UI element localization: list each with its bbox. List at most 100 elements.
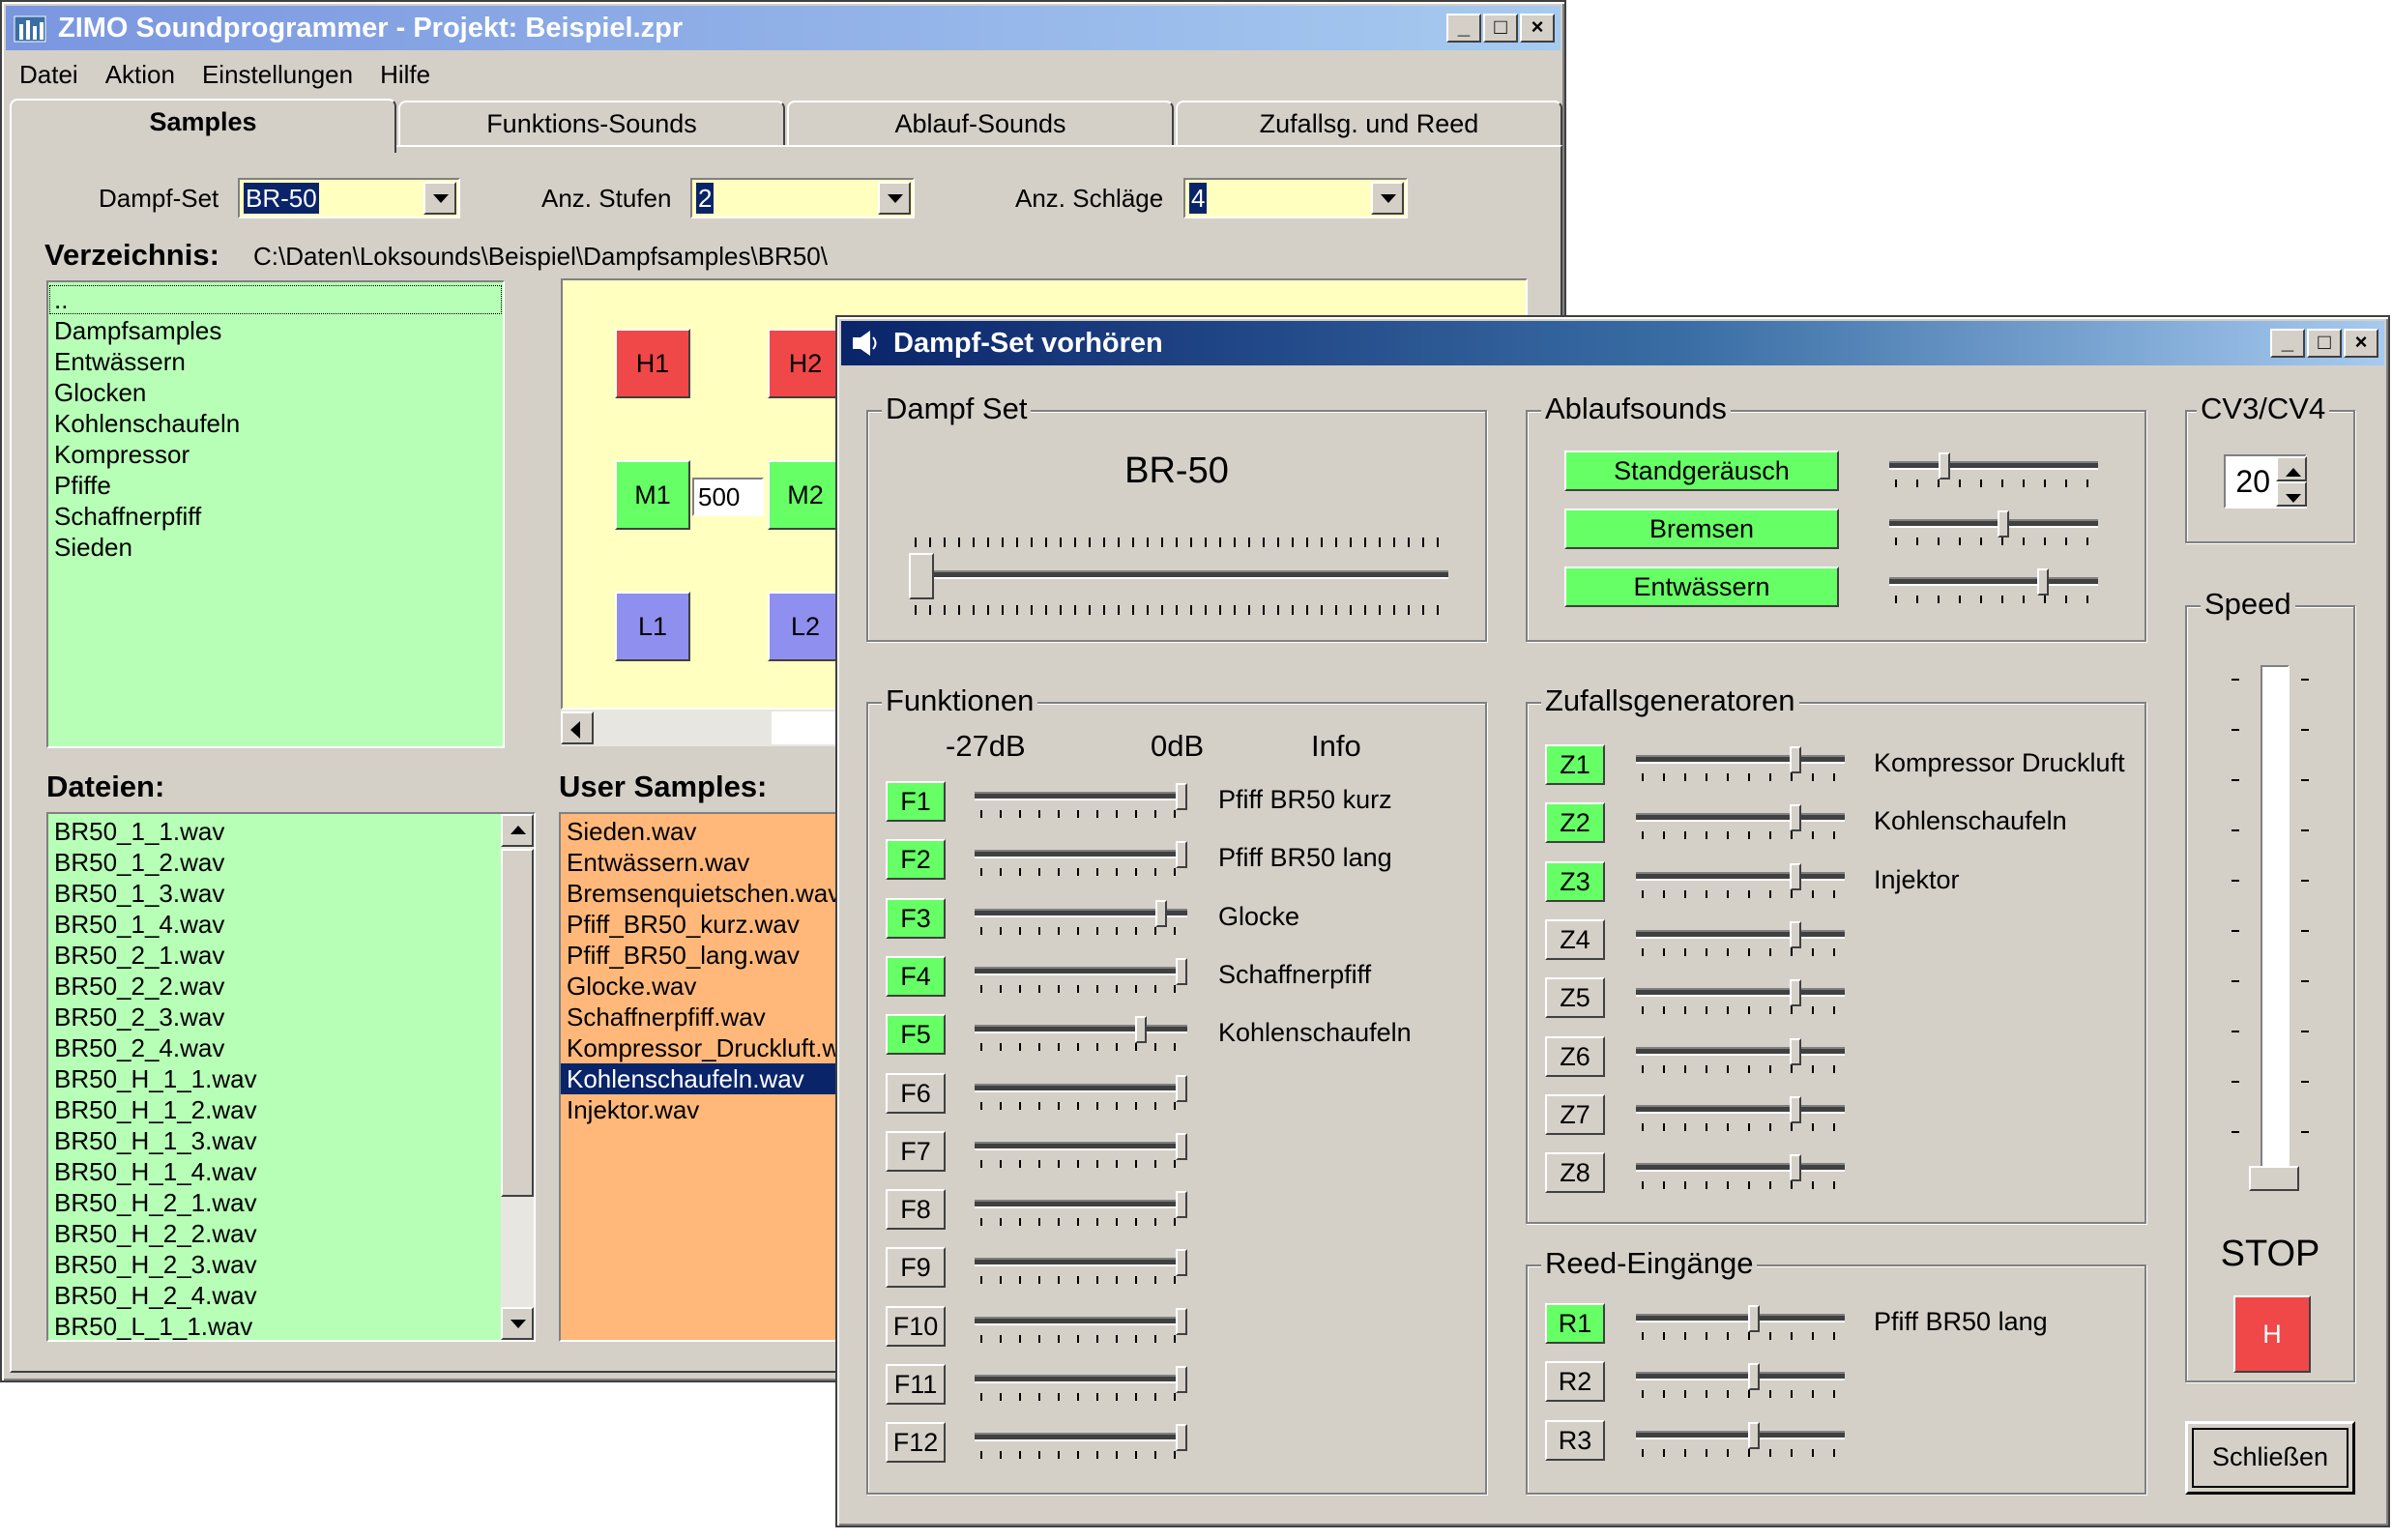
slider-thumb[interactable] [1748, 1305, 1760, 1332]
schliessen-button[interactable]: Schließen [2185, 1421, 2355, 1495]
volume-slider[interactable] [1636, 1421, 1845, 1463]
scroll-down-button[interactable] [501, 1307, 534, 1340]
folder-item[interactable]: .. [48, 284, 503, 315]
slider-thumb[interactable] [1176, 1424, 1187, 1452]
volume-slider[interactable] [1636, 979, 1845, 1020]
dampfset-combo[interactable]: BR-50 [238, 178, 460, 218]
folder-item[interactable]: Kompressor [48, 439, 503, 470]
function-button-z5[interactable]: Z5 [1545, 977, 1605, 1019]
user-sample-item[interactable]: Pfiff_BR50_lang.wav [561, 940, 847, 971]
function-button-f10[interactable]: F10 [886, 1305, 946, 1347]
pad-m1[interactable]: M1 [615, 460, 690, 530]
main-titlebar[interactable]: ZIMO Soundprogrammer - Projekt: Beispiel… [6, 6, 1561, 50]
folder-list[interactable]: .. Dampfsamples Entwässern Glocken Kohlensch… [46, 280, 505, 748]
slider-thumb[interactable] [1790, 862, 1801, 890]
file-item[interactable]: BR50_2_2.wav [48, 971, 534, 1002]
function-button-f5[interactable]: F5 [886, 1014, 946, 1056]
volume-slider[interactable] [1889, 452, 2098, 493]
slider-thumb[interactable] [1176, 1191, 1187, 1219]
slider-thumb[interactable] [1176, 1074, 1187, 1102]
volume-slider[interactable] [975, 1424, 1187, 1465]
slider-thumb[interactable] [1998, 510, 2009, 538]
volume-slider[interactable] [1636, 1363, 1845, 1404]
volume-slider[interactable] [1636, 920, 1845, 962]
function-button-r1[interactable]: R1 [1545, 1303, 1605, 1344]
file-item[interactable]: BR50_H_2_2.wav [48, 1218, 534, 1249]
file-item[interactable]: BR50_H_2_3.wav [48, 1249, 534, 1280]
function-button-f1[interactable]: F1 [886, 781, 946, 822]
maximize-button[interactable]: □ [1483, 14, 1518, 43]
tab-samples[interactable]: Samples [10, 99, 396, 153]
pad-l1[interactable]: L1 [615, 592, 690, 661]
pad-m2[interactable]: M2 [768, 460, 843, 530]
slider-thumb[interactable] [2037, 568, 2049, 596]
function-button-f2[interactable]: F2 [886, 839, 946, 881]
file-list[interactable]: BR50_1_1.wav BR50_1_2.wav BR50_1_3.wav BR50… [46, 812, 536, 1342]
function-button-f9[interactable]: F9 [886, 1247, 946, 1289]
stufen-combo[interactable]: 2 [690, 178, 915, 218]
chevron-down-icon[interactable] [878, 182, 911, 215]
slider-thumb[interactable] [909, 553, 934, 599]
slider-thumb[interactable] [1176, 1132, 1187, 1160]
volume-slider[interactable] [975, 1249, 1187, 1290]
dialog-titlebar[interactable]: Dampf-Set vorhören _ □ × [841, 321, 2384, 365]
function-button-z2[interactable]: Z2 [1545, 802, 1605, 844]
volume-slider[interactable] [1636, 746, 1845, 787]
volume-slider[interactable] [975, 1307, 1187, 1349]
slider-thumb[interactable] [1939, 452, 1950, 479]
folder-item[interactable]: Pfiffe [48, 470, 503, 501]
user-sample-item[interactable]: Schaffnerpfiff.wav [561, 1002, 847, 1032]
pad-m1-m2-value[interactable]: 500 [692, 478, 764, 516]
user-sample-item[interactable]: Bremsenquietschen.wav [561, 878, 847, 909]
slider-thumb[interactable] [1790, 1037, 1801, 1065]
tab-zufallsg-reed[interactable]: Zufallsg. und Reed [1176, 101, 1562, 147]
volume-slider[interactable] [1636, 1037, 1845, 1079]
scroll-left-button[interactable] [561, 712, 594, 744]
menu-datei[interactable]: Datei [6, 54, 92, 90]
ablauf-button[interactable]: Standgeräusch [1564, 450, 1839, 491]
volume-slider[interactable] [1636, 1095, 1845, 1137]
slider-thumb[interactable] [1176, 957, 1187, 985]
volume-slider[interactable] [975, 1074, 1187, 1116]
folder-item[interactable]: Entwässern [48, 346, 503, 377]
slider-thumb[interactable] [1155, 899, 1167, 927]
slider-thumb[interactable] [1176, 1307, 1187, 1335]
stop-button[interactable]: H [2233, 1295, 2311, 1373]
function-button-f3[interactable]: F3 [886, 897, 946, 939]
pad-h2[interactable]: H2 [768, 329, 843, 398]
menu-aktion[interactable]: Aktion [92, 54, 189, 90]
volume-slider[interactable] [1636, 862, 1845, 904]
volume-slider[interactable] [975, 783, 1187, 824]
tab-funktions-sounds[interactable]: Funktions-Sounds [398, 101, 785, 147]
volume-slider[interactable] [1636, 1154, 1845, 1195]
chevron-down-icon[interactable] [423, 182, 456, 215]
slider-thumb[interactable] [1790, 1154, 1801, 1182]
file-list-scrollbar[interactable] [501, 814, 534, 1340]
function-button-z8[interactable]: Z8 [1545, 1152, 1605, 1194]
function-button-f6[interactable]: F6 [886, 1072, 946, 1114]
folder-item[interactable]: Sieden [48, 532, 503, 563]
slider-thumb[interactable] [1176, 1249, 1187, 1277]
close-button[interactable]: × [2344, 329, 2378, 358]
folder-item[interactable]: Dampfsamples [48, 315, 503, 346]
pad-l2[interactable]: L2 [768, 592, 843, 661]
chevron-down-icon[interactable] [1371, 182, 1404, 215]
slider-thumb[interactable] [1790, 746, 1801, 773]
user-sample-item[interactable]: Sieden.wav [561, 816, 847, 847]
folder-item[interactable]: Schaffnerpfiff [48, 501, 503, 532]
maximize-button[interactable]: □ [2307, 329, 2342, 358]
slider-thumb[interactable] [1176, 841, 1187, 869]
speed-thumb[interactable] [2249, 1166, 2299, 1191]
volume-slider[interactable] [975, 841, 1187, 882]
close-button[interactable]: × [1520, 14, 1555, 43]
menu-hilfe[interactable]: Hilfe [366, 54, 444, 90]
tab-ablauf-sounds[interactable]: Ablauf-Sounds [787, 101, 1174, 147]
spin-down-button[interactable] [2276, 481, 2307, 507]
function-button-r3[interactable]: R3 [1545, 1419, 1605, 1461]
file-item[interactable]: BR50_H_2_1.wav [48, 1187, 534, 1218]
file-item[interactable]: BR50_H_1_4.wav [48, 1156, 534, 1187]
volume-slider[interactable] [975, 1132, 1187, 1174]
function-button-z1[interactable]: Z1 [1545, 744, 1605, 785]
user-sample-item[interactable]: Pfiff_BR50_kurz.wav [561, 909, 847, 940]
volume-slider[interactable] [1889, 568, 2098, 609]
